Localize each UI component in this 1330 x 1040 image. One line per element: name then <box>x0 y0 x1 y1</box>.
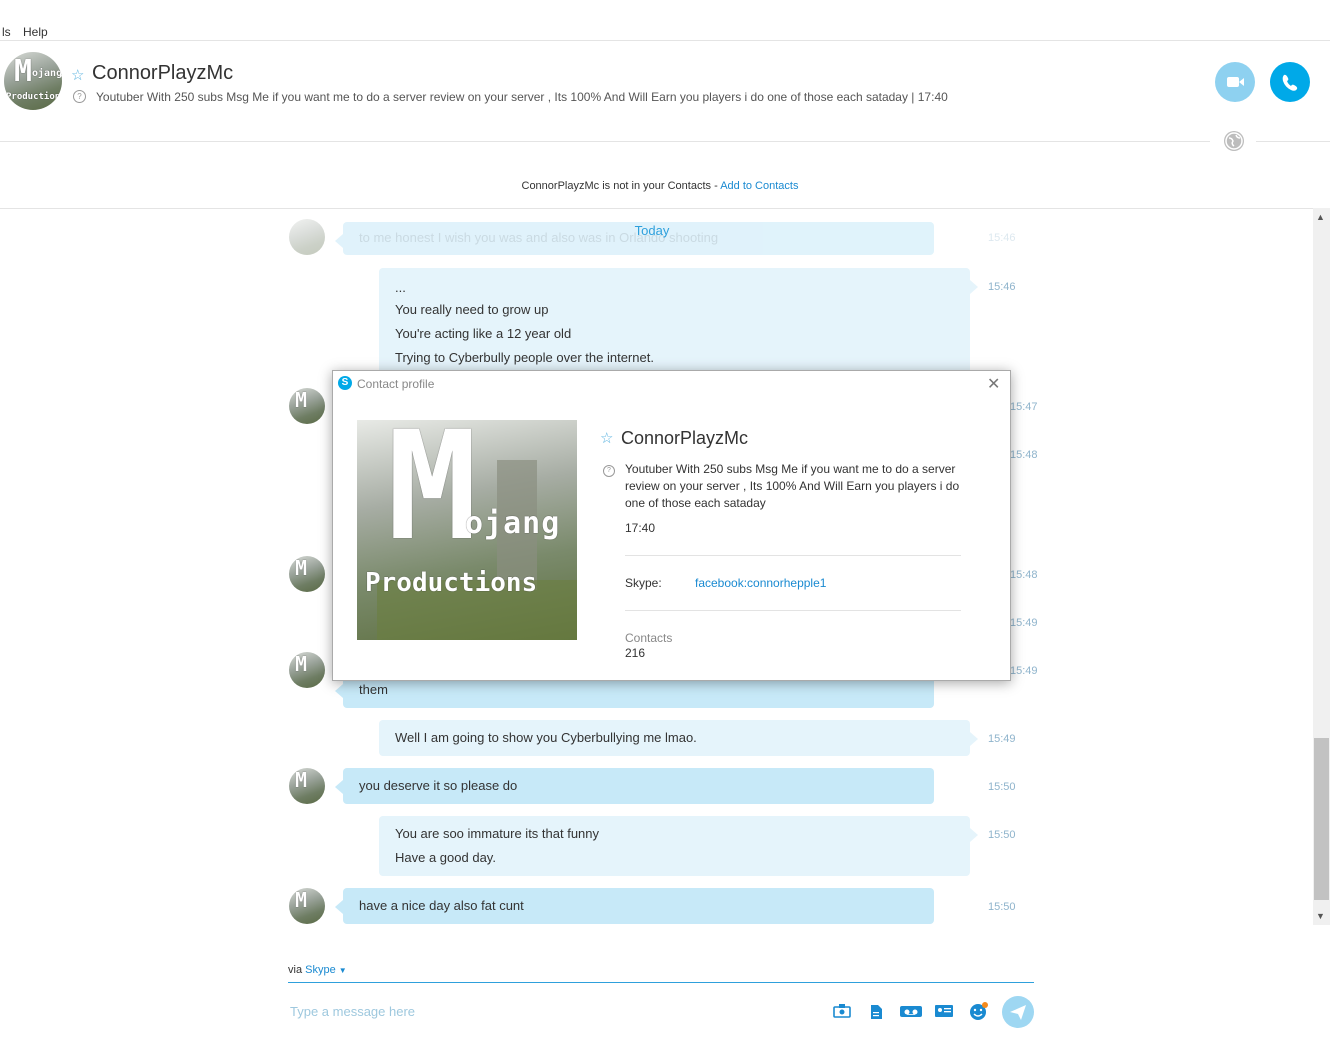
message-timestamp: 15:46 <box>988 232 1016 244</box>
media-icon[interactable] <box>833 1004 851 1018</box>
contact-name: ConnorPlayzMc <box>92 62 234 84</box>
message-avatar[interactable]: M <box>289 768 325 804</box>
message-text: you deserve it so please do <box>359 778 518 793</box>
video-call-button[interactable] <box>1215 62 1255 102</box>
via-label: via <box>288 964 303 976</box>
message-text: them <box>359 682 388 697</box>
globe-icon[interactable] <box>1224 131 1244 151</box>
message-bubble-outgoing: Well I am going to show you Cyberbullyin… <box>379 720 978 756</box>
close-icon[interactable]: ✕ <box>987 374 1000 394</box>
message-avatar[interactable]: M <box>289 652 325 688</box>
menu-item-tools[interactable]: ls <box>2 25 11 39</box>
message-avatar[interactable]: M <box>289 388 325 424</box>
contacts-count-label: Contacts <box>625 631 673 645</box>
message-text: You really need to grow up <box>395 302 549 317</box>
audio-call-icon <box>1282 74 1298 91</box>
favorite-star-icon[interactable]: ☆ <box>71 66 84 84</box>
profile-divider <box>625 555 961 556</box>
compose-divider <box>288 982 1034 983</box>
message-text: Trying to Cyberbully people over the int… <box>395 350 654 365</box>
contact-profile-dialog: S Contact profile ✕ M ojang Productions … <box>332 370 1011 681</box>
header-divider-left <box>0 141 1210 142</box>
mood-help-icon: ? <box>603 465 615 477</box>
file-icon[interactable] <box>867 1004 885 1019</box>
message-timestamp: 15:49 <box>1010 665 1038 677</box>
message-bubble-outgoing: ... You really need to grow up You're ac… <box>379 268 978 378</box>
message-timestamp: 15:50 <box>988 781 1016 793</box>
profile-mood-message: Youtuber With 250 subs Msg Me if you wan… <box>625 462 960 510</box>
scrollbar-thumb[interactable] <box>1314 738 1329 900</box>
contact-mood-message: Youtuber With 250 subs Msg Me if you wan… <box>96 90 948 104</box>
audio-call-button[interactable] <box>1270 62 1310 102</box>
message-timestamp: 15:46 <box>988 281 1016 293</box>
message-text: You're acting like a 12 year old <box>395 326 572 341</box>
message-text: You are soo immature its that funny <box>395 826 600 841</box>
skype-id-value[interactable]: facebook:connorhepple1 <box>695 576 826 590</box>
chat-top-divider <box>0 208 1313 209</box>
not-in-contacts-notice: ConnorPlayzMc is not in your Contacts - … <box>0 180 1320 192</box>
scroll-up-arrow-icon[interactable]: ▲ <box>1316 212 1325 222</box>
message-bubble-incoming: have a nice day also fat cunt <box>335 888 934 924</box>
message-avatar[interactable] <box>289 219 325 255</box>
via-service-selector[interactable]: via Skype ▼ <box>288 964 347 976</box>
message-timestamp: 15:47 <box>1010 401 1038 413</box>
emoticon-icon[interactable] <box>968 1001 988 1021</box>
mood-help-icon: ? <box>73 90 86 103</box>
message-timestamp: 15:48 <box>1010 569 1038 581</box>
favorite-star-icon[interactable]: ☆ <box>600 429 613 447</box>
message-timestamp: 15:50 <box>988 829 1016 841</box>
message-avatar[interactable]: M <box>289 556 325 592</box>
date-separator-today: Today <box>634 223 670 238</box>
message-text: Have a good day. <box>395 850 496 865</box>
contact-card-icon[interactable] <box>934 1004 954 1018</box>
message-bubble-outgoing: You are soo immature its that funny Have… <box>379 816 978 876</box>
add-to-contacts-link[interactable]: Add to Contacts <box>720 180 798 192</box>
scroll-down-arrow-icon[interactable]: ▼ <box>1316 911 1325 921</box>
skype-id-label: Skype: <box>625 576 662 590</box>
message-bubble-incoming: you deserve it so please do <box>335 768 934 804</box>
menu-item-help[interactable]: Help <box>23 25 48 39</box>
dialog-title: Contact profile <box>357 377 435 391</box>
video-message-icon[interactable] <box>899 1004 923 1018</box>
skype-logo-icon: S <box>338 376 352 390</box>
message-text: have a nice day also fat cunt <box>359 898 524 913</box>
message-timestamp: 15:48 <box>1010 449 1038 461</box>
contacts-count-value: 216 <box>625 646 646 660</box>
message-timestamp: 15:50 <box>988 901 1016 913</box>
message-timestamp: 15:49 <box>988 733 1016 745</box>
menu-divider <box>0 40 1330 41</box>
message-text: ... <box>395 280 406 295</box>
profile-local-time: 17:40 <box>625 521 656 535</box>
via-service-name[interactable]: Skype <box>305 964 336 976</box>
menu-bar: ls Help <box>0 22 1330 40</box>
message-text: Well I am going to show you Cyberbullyin… <box>395 730 697 745</box>
message-avatar[interactable]: M <box>289 888 325 924</box>
profile-divider <box>625 610 961 611</box>
send-icon <box>1010 1005 1026 1020</box>
chevron-down-icon: ▼ <box>338 966 347 975</box>
profile-picture: M ojang Productions <box>357 420 577 640</box>
message-input[interactable] <box>288 1000 812 1022</box>
notice-text: ConnorPlayzMc is not in your Contacts - <box>521 180 721 192</box>
profile-name: ConnorPlayzMc <box>621 428 749 448</box>
send-button[interactable] <box>1002 996 1034 1028</box>
contact-avatar[interactable]: M ojang Productions <box>4 52 62 110</box>
message-timestamp: 15:49 <box>1010 617 1038 629</box>
video-call-icon <box>1227 77 1244 87</box>
header-divider-right <box>1256 141 1330 142</box>
